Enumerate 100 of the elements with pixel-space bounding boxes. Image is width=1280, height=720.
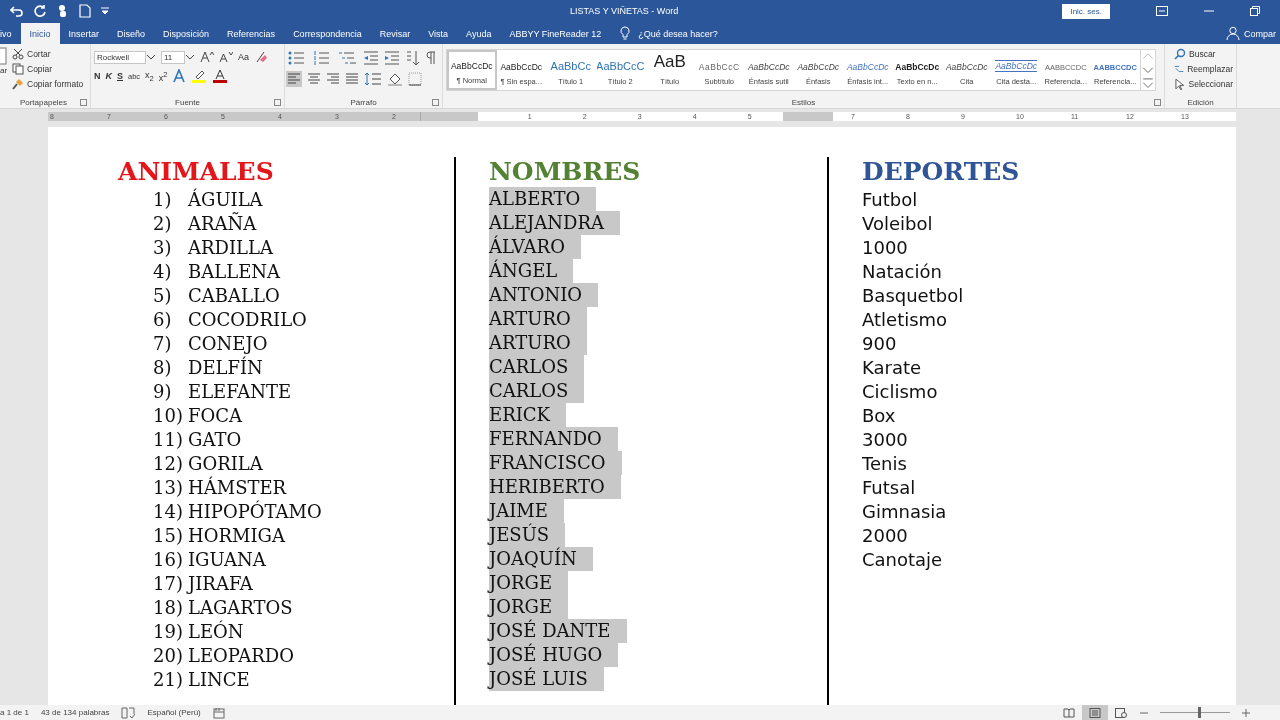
list-item: LEÓN [188, 620, 244, 642]
font-size-field[interactable]: 11 [161, 50, 185, 64]
list-item: JIRAFA [188, 572, 253, 594]
text-effects-icon[interactable] [172, 69, 187, 83]
page-count[interactable]: a 1 de 1 [0, 708, 29, 717]
macro-icon[interactable] [212, 706, 225, 719]
list-number: 3) [153, 236, 173, 258]
list-number: 20) [153, 644, 184, 666]
new-document-icon[interactable] [79, 4, 91, 18]
increase-indent-icon[interactable] [384, 51, 400, 65]
undo-icon[interactable] [10, 4, 24, 18]
bold-button[interactable]: N [94, 71, 101, 81]
ribbon-tab[interactable]: Diseño [108, 23, 155, 44]
cut-button[interactable]: Cortar [27, 49, 51, 59]
share-button[interactable]: Compar [1240, 29, 1280, 44]
ribbon-tab[interactable]: Ayuda [457, 23, 501, 44]
selected-text: ÁNGEL [489, 259, 574, 283]
select-button[interactable]: Seleccionar [1188, 79, 1233, 89]
italic-button[interactable]: K [105, 71, 112, 81]
ribbon-tab[interactable]: Insertar [59, 23, 109, 44]
paste-button[interactable]: ar [0, 66, 8, 75]
selected-text: ALEJANDRA [489, 211, 621, 235]
justify-icon[interactable] [345, 73, 359, 85]
list-item: IGUANA [188, 548, 266, 570]
selected-text: ANTONIO [489, 283, 599, 307]
language[interactable]: Español (Perú) [147, 708, 201, 717]
person-icon[interactable] [1226, 26, 1240, 40]
grow-font-icon[interactable] [200, 51, 214, 63]
redo-icon[interactable] [33, 4, 47, 18]
copy-button[interactable]: Copiar [27, 64, 53, 74]
word-count[interactable]: 43 de 134 palabras [40, 708, 110, 717]
list-number: 13) [153, 476, 184, 498]
list-item: ARDILLA [188, 236, 273, 258]
list-item: GORILA [188, 452, 263, 474]
list-item: ELEFANTE [188, 380, 292, 402]
proofing-icon[interactable] [121, 706, 136, 719]
ribbon-tab[interactable]: Inicio [20, 23, 60, 44]
selected-text: JESÚS [489, 523, 566, 547]
underline-button[interactable]: S [117, 71, 123, 81]
dialog-launcher-icon[interactable] [80, 99, 87, 106]
customize-icon[interactable] [100, 6, 110, 16]
sign-in-button[interactable]: Inic. ses. [1062, 3, 1110, 19]
borders-icon[interactable] [408, 72, 422, 86]
more-styles-icon[interactable] [1141, 76, 1155, 90]
paintbrush-icon[interactable] [12, 78, 24, 90]
tell-me-field[interactable]: ¿Qué desea hacer? [638, 29, 718, 44]
copy-icon[interactable] [12, 63, 24, 75]
sort-icon[interactable] [405, 50, 421, 66]
highlighter-icon[interactable] [191, 69, 208, 83]
shrink-font-icon[interactable] [219, 51, 233, 63]
dropdown-icon[interactable] [146, 54, 156, 60]
list-item: Voleibol [862, 212, 933, 234]
list-number: 10) [153, 404, 184, 426]
pilcrow-icon[interactable] [426, 51, 436, 65]
format-painter-button[interactable]: Copiar formato [27, 79, 84, 89]
replace-button[interactable]: Reemplazar [1187, 64, 1233, 74]
ribbon-tab[interactable]: ivo [0, 23, 21, 44]
list-item: ARAÑA [188, 212, 257, 234]
zoom-in-icon[interactable] [1242, 708, 1250, 717]
selected-text: JAIME [489, 499, 564, 523]
font-name-field[interactable]: Rockwell [94, 50, 146, 64]
ribbon-tab[interactable]: Revisar [370, 23, 420, 44]
list-number: 4) [153, 260, 173, 282]
align-center-icon[interactable] [307, 73, 321, 85]
find-button[interactable]: Buscar [1189, 49, 1216, 59]
ribbon-tab[interactable]: Correspondencia [284, 23, 371, 44]
list-number: 15) [153, 524, 184, 546]
change-case-button[interactable]: Aa [238, 52, 249, 62]
font-color-icon[interactable] [212, 69, 229, 83]
align-right-icon[interactable] [326, 73, 340, 85]
shading-icon[interactable] [387, 72, 403, 86]
dropdown-icon[interactable] [185, 54, 195, 60]
selected-text: JOSÉ DANTE [489, 619, 627, 643]
list-number: 5) [153, 284, 173, 306]
line-spacing-icon[interactable] [364, 72, 382, 86]
multilevel-list-icon[interactable] [338, 51, 358, 65]
dialog-launcher-icon[interactable] [274, 99, 281, 106]
list-number: 8) [153, 356, 173, 378]
clear-formatting-icon[interactable] [254, 50, 268, 64]
ribbon-tab[interactable]: ABBYY FineReader 12 [500, 23, 611, 44]
list-item: LEOPARDO [188, 644, 295, 666]
list-item: CABALLO [188, 284, 280, 306]
list-item: HÁMSTER [188, 476, 287, 498]
ribbon-tab[interactable]: Disposición [154, 23, 219, 44]
print-layout-button[interactable] [1082, 705, 1108, 720]
ribbon-display-icon[interactable] [1156, 6, 1168, 16]
dialog-launcher-icon[interactable] [432, 99, 439, 106]
search-icon[interactable] [1174, 48, 1186, 60]
decrease-indent-icon[interactable] [363, 51, 379, 65]
ribbon-tab[interactable]: Referencias [218, 23, 285, 44]
selected-text: ARTURO [489, 331, 587, 355]
list-number: 18) [153, 596, 184, 618]
restore-icon[interactable] [1250, 6, 1260, 16]
ribbon-tab[interactable]: Vista [419, 23, 458, 44]
dialog-launcher-icon[interactable] [1154, 99, 1161, 106]
subscript-button[interactable]: x$_{2}$ [145, 69, 154, 83]
replace-icon[interactable] [1174, 63, 1185, 75]
cursor-icon[interactable] [1174, 78, 1186, 90]
scissors-icon[interactable] [12, 48, 24, 60]
superscript-button[interactable]: x$^{2}$ [158, 69, 168, 83]
